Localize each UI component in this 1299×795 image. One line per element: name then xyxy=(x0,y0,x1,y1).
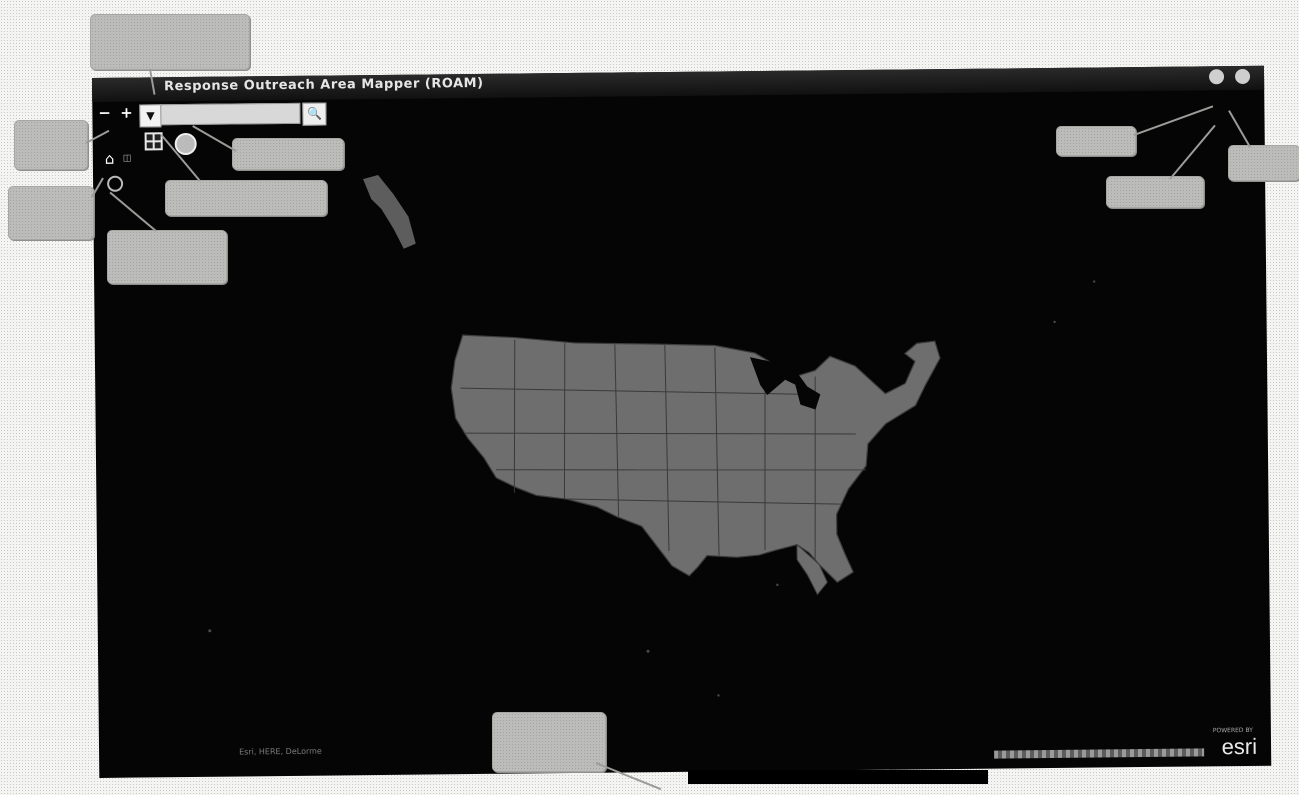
map-attribution: Esri, HERE, DeLorme xyxy=(239,746,322,757)
bottom-strip xyxy=(688,770,988,784)
callout-search xyxy=(90,14,250,70)
alaska-shape xyxy=(363,175,416,249)
callout-zoom xyxy=(14,120,88,170)
app-window: Response Outreach Area Mapper (ROAM) − +… xyxy=(92,65,1272,778)
callout-basemap xyxy=(232,138,344,170)
esri-logo: esri xyxy=(1221,733,1258,760)
callout-share xyxy=(1056,126,1136,156)
contiguous-us-shape xyxy=(450,334,941,583)
callout-locate xyxy=(107,230,227,284)
callout-scalebar xyxy=(492,712,606,772)
callout-about xyxy=(1228,145,1299,181)
callout-legend xyxy=(165,180,327,216)
info-icon[interactable] xyxy=(1234,68,1251,85)
share-icon[interactable] xyxy=(1208,69,1225,85)
callout-share-2 xyxy=(1106,176,1204,208)
app-title: Response Outreach Area Mapper (ROAM) xyxy=(164,75,484,95)
callout-home xyxy=(8,186,94,240)
